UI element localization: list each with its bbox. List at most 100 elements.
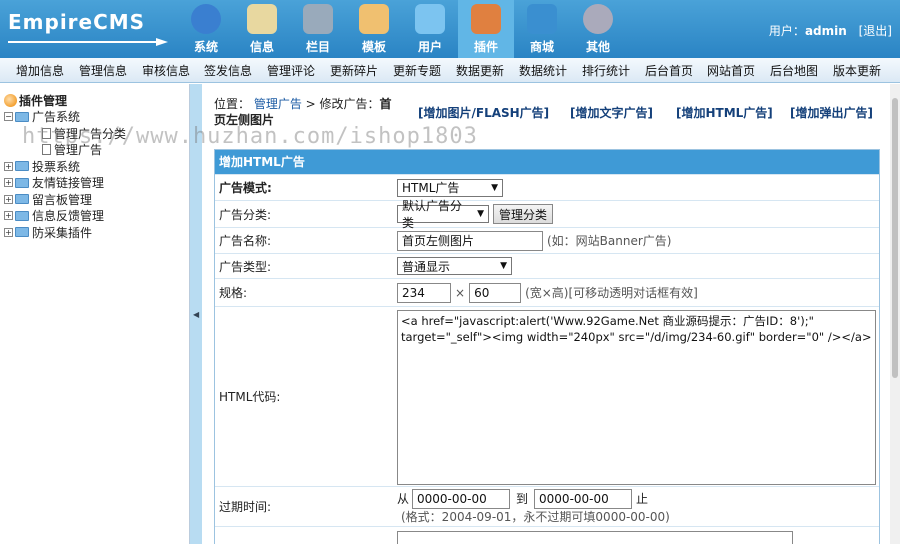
expire-field: 从 0000-00-00 到 0000-00-00 止 (格式：2004-09-… [395,487,879,526]
top-header: EmpireCMS 系统 信息 栏目 模板 用户 插件 商城 其他 用户：admin [退出] [0,0,900,58]
submenu-item[interactable]: 签发信息 [204,62,252,79]
height-input[interactable]: 60 [469,282,522,303]
logout-link[interactable]: [退出] [859,24,892,38]
tree-root-label: 插件管理 [19,93,68,108]
tree-item[interactable]: + 投票系统 [4,158,126,175]
main-content: 位置： 管理广告 > 修改广告： 首页左侧图片 [增加图片/FLASH广告] [增… [202,84,900,544]
logo[interactable]: EmpireCMS [8,10,168,50]
row-category: 广告分类: 默认广告分类 ▼ 管理分类 [215,199,879,230]
row-size: 规格: 234 × 60 (宽×高)[可移动透明对话框有效] [215,278,879,306]
panel-splitter[interactable]: ◀ [190,84,202,544]
folder-icon [15,161,29,172]
expand-icon[interactable]: + [4,161,13,171]
category-select[interactable]: 默认广告分类 ▼ [397,199,489,230]
user-name: admin [804,24,847,38]
submenu-item[interactable]: 网站首页 [707,62,755,79]
expand-icon[interactable]: + [4,211,13,221]
collapse-arrow-icon[interactable]: ◀ [193,310,199,319]
tree-item[interactable]: + 友情链接管理 [4,175,126,192]
tree-item[interactable]: − 广告系统 [4,109,126,126]
end-date-input[interactable]: 0000-00-00 [534,488,633,509]
row-mode: 广告模式: HTML广告 ▼ [215,174,879,200]
nav-label: 栏目 [305,40,330,54]
nav-label: 用户 [417,40,442,54]
page-scrollbar[interactable] [890,84,900,544]
tree-item[interactable]: + 信息反馈管理 [4,208,126,225]
size-hint: (宽×高)[可移动透明对话框有效] [525,286,698,300]
submenu-item[interactable]: 版本更新 [833,62,881,79]
nav-item-7[interactable]: 其他 [570,0,626,58]
collapse-icon[interactable]: − [4,112,13,122]
nav-item-4[interactable]: 用户 [402,0,458,58]
tree-item-label: 信息反馈管理 [32,209,105,224]
add-popup-ad-link[interactable]: [增加弹出广告] [790,104,873,121]
html-field: <a href="javascript:alert('Www.92Game.Ne… [395,307,879,486]
width-input[interactable]: 234 [397,282,451,303]
submenu-item[interactable]: 审核信息 [142,62,190,79]
plugin-root-icon [4,93,17,107]
user-icon [415,4,445,34]
expand-icon[interactable]: + [4,178,13,188]
submenu-item[interactable]: 更新专题 [393,62,441,79]
card-icon [527,4,557,34]
submenu-item[interactable]: 更新碎片 [330,62,378,79]
tree-item[interactable]: + 留言板管理 [4,191,126,208]
row-type: 广告类型: 普通显示 ▼ [215,253,879,278]
size-field: 234 × 60 (宽×高)[可移动透明对话框有效] [395,279,879,306]
row-expire: 过期时间: 从 0000-00-00 到 0000-00-00 止 (格式：20… [215,486,879,526]
start-date-input[interactable]: 0000-00-00 [412,488,511,509]
ad-name-input[interactable]: 首页左侧图片 [397,230,543,251]
times-sign: × [455,285,466,300]
mode-label: 广告模式: [215,175,395,200]
submenu-item[interactable]: 后台地图 [770,62,818,79]
ad-type-select[interactable]: 普通显示 ▼ [397,257,512,275]
logo-text: EmpireCMS [8,10,146,34]
submenu-item[interactable]: 数据更新 [456,62,504,79]
mode-select[interactable]: HTML广告 ▼ [397,178,503,197]
to-text: 到 [516,491,529,506]
template-icon [359,4,389,34]
mode-value: HTML广告 [402,181,460,195]
breadcrumb-link[interactable]: 管理广告 [254,97,302,111]
submenu-item[interactable]: 排行统计 [582,62,630,79]
row-name: 广告名称: 首页左侧图片 (如：网站Banner广告) [215,227,879,253]
gear-icon [583,4,613,34]
scrollbar-thumb[interactable] [892,98,898,378]
folder-icon [15,210,29,221]
chevron-down-icon: ▼ [477,209,484,219]
submenu-item[interactable]: 增加信息 [16,62,64,79]
next-input[interactable] [397,530,793,544]
nav-item-0[interactable]: 系统 [178,0,234,58]
nav-item-5[interactable]: 插件 [458,0,514,58]
expand-icon[interactable]: + [4,194,13,204]
nav-label: 信息 [249,40,274,54]
submenu-item[interactable]: 管理信息 [79,62,127,79]
add-image-flash-ad-link[interactable]: [增加图片/FLASH广告] [418,104,549,121]
submenu-item[interactable]: 数据统计 [519,62,567,79]
nav-item-2[interactable]: 栏目 [290,0,346,58]
submenu-item[interactable]: 后台首页 [645,62,693,79]
add-text-ad-link[interactable]: [增加文字广告] [570,104,653,121]
tree-item-label: 投票系统 [32,159,81,174]
breadcrumb-sep: > 修改广告： [301,97,380,111]
submenu-item[interactable]: 管理评论 [267,62,315,79]
type-value: 普通显示 [402,259,451,274]
tools-icon [471,4,501,34]
nav-item-3[interactable]: 模板 [346,0,402,58]
expand-icon[interactable]: + [4,227,13,237]
category-label: 广告分类: [215,201,395,227]
name-label: 广告名称: [215,228,395,253]
nav-item-6[interactable]: 商城 [514,0,570,58]
tree-root: 插件管理 [4,92,126,109]
tree-item-label: 防采集插件 [32,225,93,240]
expire-label: 过期时间: [215,487,395,526]
tree-item[interactable]: + 防采集插件 [4,224,126,241]
nav-item-1[interactable]: 信息 [234,0,290,58]
name-field: 首页左侧图片 (如：网站Banner广告) [395,228,879,253]
html-code-textarea[interactable]: <a href="javascript:alert('Www.92Game.Ne… [397,310,876,485]
add-html-ad-link[interactable]: [增加HTML广告] [676,104,773,121]
watermark: https://www.huzhan.com/ishop1803 [22,124,478,149]
globe-icon [191,4,221,34]
manage-category-button[interactable]: 管理分类 [493,204,554,224]
next-field [395,527,879,544]
